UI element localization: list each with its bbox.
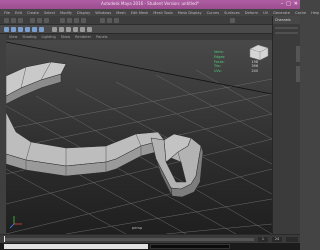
tool-settings-tab[interactable] [296, 66, 300, 82]
panel-menu-bar: View Shading Lighting Show Renderer Pane… [6, 34, 272, 40]
channel-box-header: Channels [273, 16, 300, 24]
start-frame-field[interactable]: 1 [258, 237, 268, 242]
menu-curves[interactable]: Curves [207, 11, 219, 15]
poly-sphere-icon[interactable] [4, 27, 9, 32]
divider [275, 27, 298, 29]
poly-torus-icon[interactable] [32, 27, 37, 32]
new-scene-icon[interactable] [4, 18, 9, 23]
menu-deform[interactable]: Deform [245, 11, 258, 15]
divider [275, 32, 298, 34]
combine-icon[interactable] [52, 27, 57, 32]
menu-modify[interactable]: Modify [60, 11, 72, 15]
title-bar: Autodesk Maya 2016 - Student Version: un… [0, 0, 300, 9]
poly-plane-icon[interactable] [39, 27, 44, 32]
menu-mesh[interactable]: Mesh [116, 11, 125, 15]
ipr-render-icon[interactable] [107, 18, 112, 23]
range-slider-track[interactable] [4, 244, 148, 249]
menu-cache[interactable]: Cache [295, 11, 306, 15]
select-component-icon[interactable] [44, 18, 49, 23]
snap-point-icon[interactable] [74, 18, 79, 23]
poly-count-hud: Verts: 198 Edges: 396 Faces: 198 Tris: 3… [214, 50, 258, 74]
panel-menu-shading[interactable]: Shading [22, 35, 36, 39]
panel-menu-renderer[interactable]: Renderer [75, 35, 91, 39]
snap-grid-icon[interactable] [60, 18, 65, 23]
sign-in-icon[interactable] [230, 18, 235, 23]
menu-file[interactable]: File [4, 11, 10, 15]
poly-cone-icon[interactable] [25, 27, 30, 32]
render-icon[interactable] [100, 18, 105, 23]
multi-cut-icon[interactable] [87, 27, 92, 32]
hud-row: UVs: 240 [214, 69, 258, 74]
menu-mesh-tools[interactable]: Mesh Tools [153, 11, 172, 15]
perspective-viewport[interactable]: View Shading Lighting Show Renderer Pane… [6, 34, 272, 234]
snap-surface-icon[interactable] [81, 18, 86, 23]
menu-edit[interactable]: Edit [15, 11, 22, 15]
current-frame-marker[interactable] [4, 236, 5, 242]
playback-controls[interactable] [286, 237, 298, 242]
menu-display[interactable]: Display [77, 11, 90, 15]
end-frame-field[interactable]: 24 [272, 237, 282, 242]
main-menu-bar: File Edit Create Select Modify Display W… [0, 9, 319, 16]
time-slider: 1 24 [0, 234, 300, 243]
channel-box-panel: Channels [272, 16, 300, 234]
select-object-icon[interactable] [37, 18, 42, 23]
separate-icon[interactable] [59, 27, 64, 32]
menu-edit-mesh[interactable]: Edit Mesh [131, 11, 149, 15]
time-slider-track[interactable] [4, 238, 254, 241]
extruded-mesh[interactable] [6, 61, 204, 198]
render-settings-icon[interactable] [114, 18, 119, 23]
range-slider-handle[interactable] [150, 244, 230, 249]
menu-mesh-display[interactable]: Mesh Display [178, 11, 202, 15]
extrude-icon[interactable] [66, 27, 71, 32]
status-line [0, 16, 300, 25]
snap-curve-icon[interactable] [67, 18, 72, 23]
poly-cube-icon[interactable] [11, 27, 16, 32]
maximize-button[interactable]: □ [286, 1, 291, 8]
menu-create[interactable]: Create [27, 11, 39, 15]
bridge-icon[interactable] [73, 27, 78, 32]
panel-menu-view[interactable]: View [9, 35, 17, 39]
range-slider [0, 243, 300, 250]
menu-windows[interactable]: Windows [95, 11, 111, 15]
menu-select[interactable]: Select [44, 11, 55, 15]
hud-value: 240 [251, 69, 258, 74]
shelf [0, 25, 272, 34]
select-hierarchy-icon[interactable] [30, 18, 35, 23]
attribute-editor-tab[interactable] [296, 46, 300, 62]
window-controls: – □ ✕ [281, 1, 298, 8]
window-title: Autodesk Maya 2016 - Student Version: un… [101, 1, 199, 6]
panel-menu-panels[interactable]: Panels [96, 35, 107, 39]
hud-label: UVs: [214, 69, 222, 74]
menu-uv[interactable]: UV [263, 11, 268, 15]
save-scene-icon[interactable] [18, 18, 23, 23]
panel-menu-show[interactable]: Show [61, 35, 70, 39]
menu-help[interactable]: Help [311, 11, 319, 15]
panel-menu-lighting[interactable]: Lighting [42, 35, 56, 39]
axis-indicator-icon [9, 216, 22, 229]
bevel-icon[interactable] [80, 27, 85, 32]
menu-surfaces[interactable]: Surfaces [224, 11, 240, 15]
open-scene-icon[interactable] [11, 18, 16, 23]
menu-generate[interactable]: Generate [273, 11, 290, 15]
camera-label: persp [132, 226, 143, 230]
close-button[interactable]: ✕ [294, 1, 298, 8]
minimize-button[interactable]: – [281, 1, 284, 8]
poly-cylinder-icon[interactable] [18, 27, 23, 32]
